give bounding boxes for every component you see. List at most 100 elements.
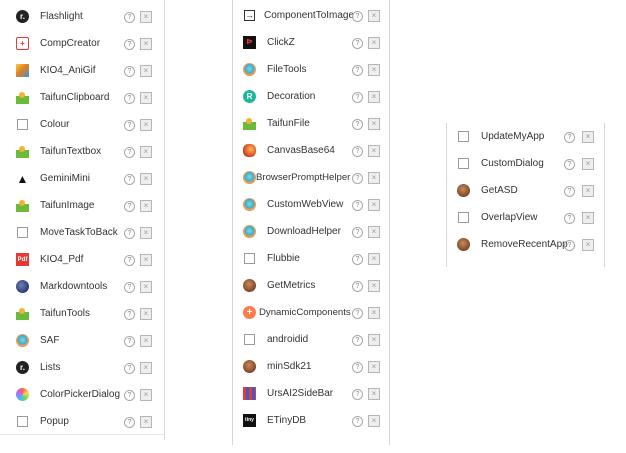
delete-icon[interactable]: ×	[140, 65, 152, 77]
delete-icon[interactable]: ×	[368, 334, 380, 346]
extension-row-minsdk21[interactable]: minSdk21 ? ×	[232, 354, 392, 381]
help-icon[interactable]: ?	[124, 417, 135, 428]
delete-icon[interactable]: ×	[582, 158, 594, 170]
extension-row-taifuntools[interactable]: TaifunTools ? ×	[0, 301, 168, 328]
delete-icon[interactable]: ×	[368, 118, 380, 130]
help-icon[interactable]: ?	[352, 200, 363, 211]
help-icon[interactable]: ?	[124, 336, 135, 347]
extension-row-removerecentapp[interactable]: RemoveRecentApp ? ×	[446, 232, 606, 259]
extension-row-ursai2sidebar[interactable]: UrsAI2SideBar ? ×	[232, 381, 392, 408]
extension-row-flubbie[interactable]: Flubbie ? ×	[232, 246, 392, 273]
extension-row-kio4-anigif[interactable]: KIO4_AniGif ? ×	[0, 58, 168, 85]
help-icon[interactable]: ?	[352, 38, 363, 49]
help-icon[interactable]: ?	[124, 255, 135, 266]
help-icon[interactable]: ?	[124, 390, 135, 401]
extension-row-taifunclipboard[interactable]: TaifunClipboard ? ×	[0, 85, 168, 112]
extension-row-compcreator[interactable]: + CompCreator ? ×	[0, 31, 168, 58]
help-icon[interactable]: ?	[124, 201, 135, 212]
delete-icon[interactable]: ×	[368, 280, 380, 292]
delete-icon[interactable]: ×	[368, 226, 380, 238]
help-icon[interactable]: ?	[124, 363, 135, 374]
extension-row-filetools[interactable]: FileTools ? ×	[232, 57, 392, 84]
extension-row-customwebview[interactable]: CustomWebView ? ×	[232, 192, 392, 219]
help-icon[interactable]: ?	[564, 132, 575, 143]
delete-icon[interactable]: ×	[140, 119, 152, 131]
help-icon[interactable]: ?	[124, 66, 135, 77]
extension-row-overlapview[interactable]: OverlapView ? ×	[446, 205, 606, 232]
extension-row-taifuntextbox[interactable]: TaifunTextbox ? ×	[0, 139, 168, 166]
extension-row-dynamiccomponents[interactable]: + DynamicComponents ? ×	[232, 300, 392, 327]
extension-row-etinydb[interactable]: tiny ETinyDB ? ×	[232, 408, 392, 435]
extension-row-androidid[interactable]: androidid ? ×	[232, 327, 392, 354]
help-icon[interactable]: ?	[352, 335, 363, 346]
delete-icon[interactable]: ×	[582, 239, 594, 251]
extension-row-getasd[interactable]: GetASD ? ×	[446, 178, 606, 205]
extension-row-decoration[interactable]: R Decoration ? ×	[232, 84, 392, 111]
help-icon[interactable]: ?	[124, 12, 135, 23]
delete-icon[interactable]: ×	[368, 253, 380, 265]
extension-row-lists[interactable]: r. Lists ? ×	[0, 355, 168, 382]
delete-icon[interactable]: ×	[140, 335, 152, 347]
delete-icon[interactable]: ×	[140, 200, 152, 212]
help-icon[interactable]: ?	[352, 92, 363, 103]
delete-icon[interactable]: ×	[140, 146, 152, 158]
help-icon[interactable]: ?	[352, 254, 363, 265]
help-icon[interactable]: ?	[352, 146, 363, 157]
extension-row-popup[interactable]: Popup ? ×	[0, 409, 168, 436]
help-icon[interactable]: ?	[124, 174, 135, 185]
delete-icon[interactable]: ×	[368, 307, 380, 319]
delete-icon[interactable]: ×	[140, 362, 152, 374]
help-icon[interactable]: ?	[352, 389, 363, 400]
delete-icon[interactable]: ×	[140, 389, 152, 401]
delete-icon[interactable]: ×	[140, 173, 152, 185]
delete-icon[interactable]: ×	[140, 308, 152, 320]
extension-row-taifunfile[interactable]: TaifunFile ? ×	[232, 111, 392, 138]
extension-row-markdowntools[interactable]: Markdowntools ? ×	[0, 274, 168, 301]
help-icon[interactable]: ?	[352, 11, 363, 22]
extension-row-geminimini[interactable]: ▲ GeminiMini ? ×	[0, 166, 168, 193]
delete-icon[interactable]: ×	[582, 212, 594, 224]
extension-row-componenttoimage[interactable]: → ComponentToImage ? ×	[232, 3, 392, 30]
extension-row-clickz[interactable]: ᐅ ClickZ ? ×	[232, 30, 392, 57]
help-icon[interactable]: ?	[564, 159, 575, 170]
help-icon[interactable]: ?	[124, 39, 135, 50]
delete-icon[interactable]: ×	[368, 415, 380, 427]
delete-icon[interactable]: ×	[368, 91, 380, 103]
extension-row-browserprompthelper[interactable]: BrowserPromptHelper ? ×	[232, 165, 392, 192]
delete-icon[interactable]: ×	[368, 199, 380, 211]
help-icon[interactable]: ?	[352, 119, 363, 130]
delete-icon[interactable]: ×	[140, 227, 152, 239]
delete-icon[interactable]: ×	[140, 11, 152, 23]
delete-icon[interactable]: ×	[368, 388, 380, 400]
extension-row-taifunimage[interactable]: TaifunImage ? ×	[0, 193, 168, 220]
extension-row-saf[interactable]: SAF ? ×	[0, 328, 168, 355]
help-icon[interactable]: ?	[564, 240, 575, 251]
help-icon[interactable]: ?	[352, 173, 363, 184]
extension-row-movetasktoback[interactable]: MoveTaskToBack ? ×	[0, 220, 168, 247]
delete-icon[interactable]: ×	[140, 38, 152, 50]
delete-icon[interactable]: ×	[140, 281, 152, 293]
help-icon[interactable]: ?	[352, 281, 363, 292]
extension-row-updatemyapp[interactable]: UpdateMyApp ? ×	[446, 124, 606, 151]
help-icon[interactable]: ?	[352, 362, 363, 373]
delete-icon[interactable]: ×	[368, 10, 380, 22]
help-icon[interactable]: ?	[352, 227, 363, 238]
extension-row-colorpickerdialog[interactable]: ColorPickerDialog ? ×	[0, 382, 168, 409]
extension-row-kio4-pdf[interactable]: Pdf KIO4_Pdf ? ×	[0, 247, 168, 274]
delete-icon[interactable]: ×	[140, 254, 152, 266]
delete-icon[interactable]: ×	[368, 145, 380, 157]
help-icon[interactable]: ?	[352, 308, 363, 319]
extension-row-downloadhelper[interactable]: DownloadHelper ? ×	[232, 219, 392, 246]
help-icon[interactable]: ?	[124, 93, 135, 104]
help-icon[interactable]: ?	[124, 228, 135, 239]
extension-row-customdialog[interactable]: CustomDialog ? ×	[446, 151, 606, 178]
delete-icon[interactable]: ×	[140, 92, 152, 104]
extension-row-colour[interactable]: Colour ? ×	[0, 112, 168, 139]
help-icon[interactable]: ?	[352, 416, 363, 427]
help-icon[interactable]: ?	[564, 186, 575, 197]
help-icon[interactable]: ?	[124, 147, 135, 158]
extension-row-flashlight[interactable]: r. Flashlight ? ×	[0, 4, 168, 31]
help-icon[interactable]: ?	[124, 309, 135, 320]
extension-row-getmetrics[interactable]: GetMetrics ? ×	[232, 273, 392, 300]
delete-icon[interactable]: ×	[140, 416, 152, 428]
